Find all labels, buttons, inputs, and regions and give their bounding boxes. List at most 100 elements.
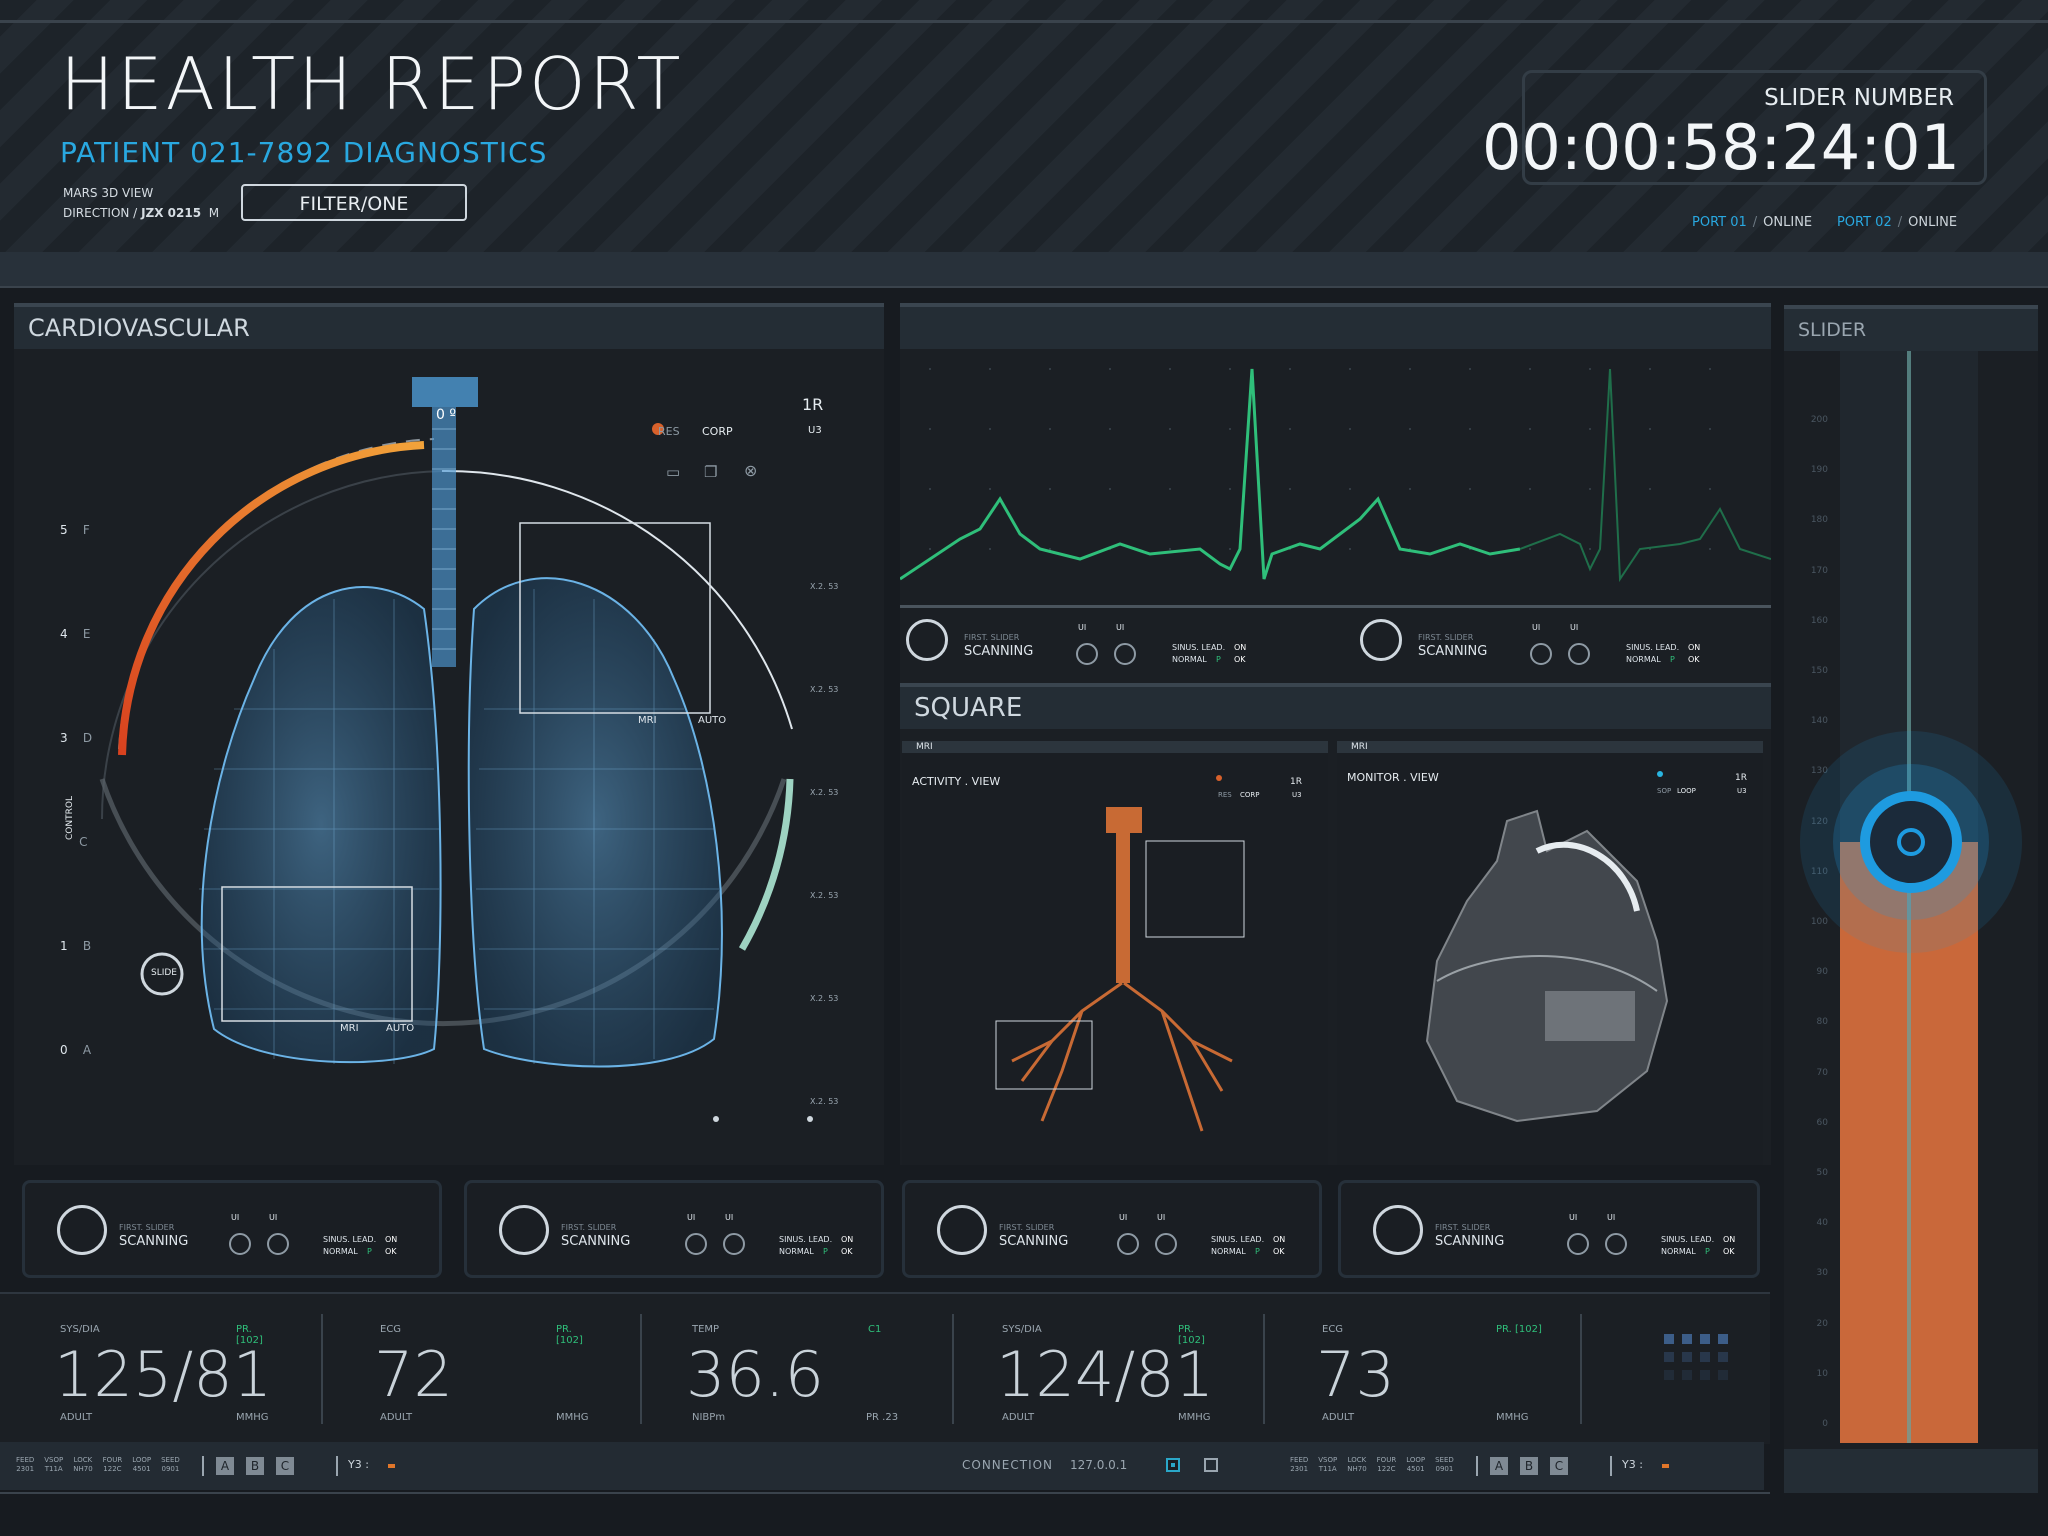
connection-ip: 127.0.0.1 <box>1070 1458 1128 1472</box>
ui-toggle-1[interactable] <box>1076 643 1098 665</box>
slide-label: SLIDE <box>151 968 177 978</box>
footer-button-a[interactable]: A <box>1490 1457 1508 1475</box>
trachea-top <box>412 377 478 407</box>
vital-unit: PR .23 <box>866 1412 899 1423</box>
vital-label: SYS/DIA <box>60 1324 100 1335</box>
normal-ok: OK <box>841 1247 853 1256</box>
normal-label: NORMAL <box>1211 1247 1246 1256</box>
vital-unit: MMHG <box>1496 1412 1529 1423</box>
scale-value: 20 <box>1816 1318 1828 1329</box>
code-bottom: NH70 <box>73 1465 93 1473</box>
ui-toggle-2[interactable] <box>1114 643 1136 665</box>
footer-button-c[interactable]: C <box>1550 1457 1568 1475</box>
copy-icon[interactable]: ❐ <box>704 463 717 481</box>
slider-panel: SLIDER 200 190 180 170 160 150 140 130 1… <box>1784 305 2038 1495</box>
meta-view: MARS 3D VIEW <box>63 186 154 200</box>
header-divider <box>0 20 2048 23</box>
vital-value: 72 <box>374 1338 453 1411</box>
code-bottom: 122C <box>103 1465 122 1473</box>
scale-value: 80 <box>1816 1017 1828 1028</box>
sinus-label: SINUS. LEAD. <box>1172 643 1226 652</box>
grid-icon <box>1664 1334 1728 1380</box>
connection-checkbox-on[interactable] <box>1166 1458 1180 1472</box>
first-slider-label: FIRST. SLIDER <box>119 1223 175 1232</box>
code-top: VSOP <box>44 1456 64 1464</box>
ui-toggle-2[interactable] <box>1568 643 1590 665</box>
vital-divider <box>1580 1314 1582 1424</box>
code-bottom: T11A <box>1318 1465 1337 1473</box>
footer-button-c[interactable]: C <box>276 1457 294 1475</box>
scale-tick: X.2. 53 <box>810 685 839 694</box>
first-slider-label: FIRST. SLIDER <box>964 633 1020 642</box>
normal-label: NORMAL <box>1626 655 1661 664</box>
ui-toggle-1[interactable] <box>1567 1233 1589 1255</box>
sinus-on: ON <box>1234 643 1247 652</box>
code-item: LOOP 4501 <box>1406 1456 1425 1474</box>
vital-sub: ADULT <box>60 1412 93 1423</box>
connection-checkbox-off[interactable] <box>1204 1458 1218 1472</box>
code-item: FEED 2301 <box>1290 1456 1308 1474</box>
ecg-line-faded <box>1519 368 1771 583</box>
normal-p: P <box>1670 655 1675 664</box>
code-top: SEED <box>161 1456 180 1464</box>
y3-indicator <box>1662 1464 1669 1468</box>
code-item: FOUR 122C <box>103 1456 123 1474</box>
footer-button-b[interactable]: B <box>1520 1457 1538 1475</box>
ecg-graph <box>900 368 1771 583</box>
vital-sys-dia-2: SYS/DIA PR. [102] 124/81 ADULT MMHG <box>996 1294 1222 1444</box>
scan-dial[interactable] <box>57 1205 107 1255</box>
vital-sys-dia-1: SYS/DIA PR. [102] 125/81 ADULT MMHG <box>54 1294 280 1444</box>
cardio-title: CARDIOVASCULAR <box>14 303 884 349</box>
scanning-label: SCANNING <box>964 644 1034 659</box>
control-card-3: FIRST. SLIDER SCANNING UI UI SINUS. LEAD… <box>902 1180 1322 1278</box>
rank-label: 1R <box>802 395 824 414</box>
code-top: LOOP <box>132 1456 152 1464</box>
vital-value: 125/81 <box>54 1338 273 1411</box>
sinus-on: ON <box>1688 643 1701 652</box>
ui-toggle-2[interactable] <box>723 1233 745 1255</box>
mri-frame-lower[interactable] <box>995 1020 1093 1090</box>
code-item: FOUR 122C <box>1377 1456 1397 1474</box>
ui-label: UI <box>1078 623 1087 632</box>
page-dot[interactable] <box>713 1116 719 1122</box>
vital-ecg-2: ECG PR. [102] 73 ADULT MMHG <box>1316 1294 1542 1444</box>
code-top: LOOP <box>1406 1456 1426 1464</box>
mri-frame-upper[interactable] <box>1145 840 1245 938</box>
ui-toggle-1[interactable] <box>1530 643 1552 665</box>
trachea <box>432 407 456 667</box>
vital-label: SYS/DIA <box>1002 1324 1042 1335</box>
footer-button-a[interactable]: A <box>216 1457 234 1475</box>
scan-dial[interactable] <box>906 619 948 661</box>
normal-ok: OK <box>1688 655 1700 664</box>
scanning-label: SCANNING <box>561 1234 631 1249</box>
port-1-status: ONLINE <box>1763 215 1813 230</box>
scan-dial[interactable] <box>499 1205 549 1255</box>
filter-button[interactable]: FILTER/ONE <box>241 184 467 221</box>
monitor-view: MRI MONITOR . VIEW SOP LOOP 1R U3 <box>1337 741 1763 1165</box>
monitor-icon[interactable]: ▭ <box>666 463 680 481</box>
ui-toggle-1[interactable] <box>229 1233 251 1255</box>
slider-handle[interactable] <box>1796 727 2026 957</box>
port-separator: / <box>1752 215 1758 230</box>
footer-button-b[interactable]: B <box>246 1457 264 1475</box>
vital-label: TEMP <box>692 1324 720 1335</box>
ui-toggle-2[interactable] <box>1605 1233 1627 1255</box>
close-icon[interactable]: ⊗ <box>744 461 757 480</box>
heart-scan-frame[interactable] <box>1545 991 1635 1041</box>
normal-p: P <box>823 1247 828 1256</box>
scanning-label: SCANNING <box>999 1234 1069 1249</box>
port-2-name[interactable]: PORT 02 <box>1837 215 1892 230</box>
code-top: VSOP <box>1318 1456 1338 1464</box>
ui-toggle-1[interactable] <box>685 1233 707 1255</box>
heart-outline <box>1425 809 1669 1123</box>
ui-toggle-2[interactable] <box>267 1233 289 1255</box>
scale-row: 5 F <box>60 523 120 627</box>
activity-view: MRI ACTIVITY . VIEW RES CORP 1R U3 <box>902 741 1328 1165</box>
port-1-name[interactable]: PORT 01 <box>1692 215 1747 230</box>
scan-dial[interactable] <box>1360 619 1402 661</box>
first-slider-label: FIRST. SLIDER <box>1418 633 1474 642</box>
scan-dial[interactable] <box>1373 1205 1423 1255</box>
ui-toggle-1[interactable] <box>1117 1233 1139 1255</box>
ui-toggle-2[interactable] <box>1155 1233 1177 1255</box>
scan-dial[interactable] <box>937 1205 987 1255</box>
